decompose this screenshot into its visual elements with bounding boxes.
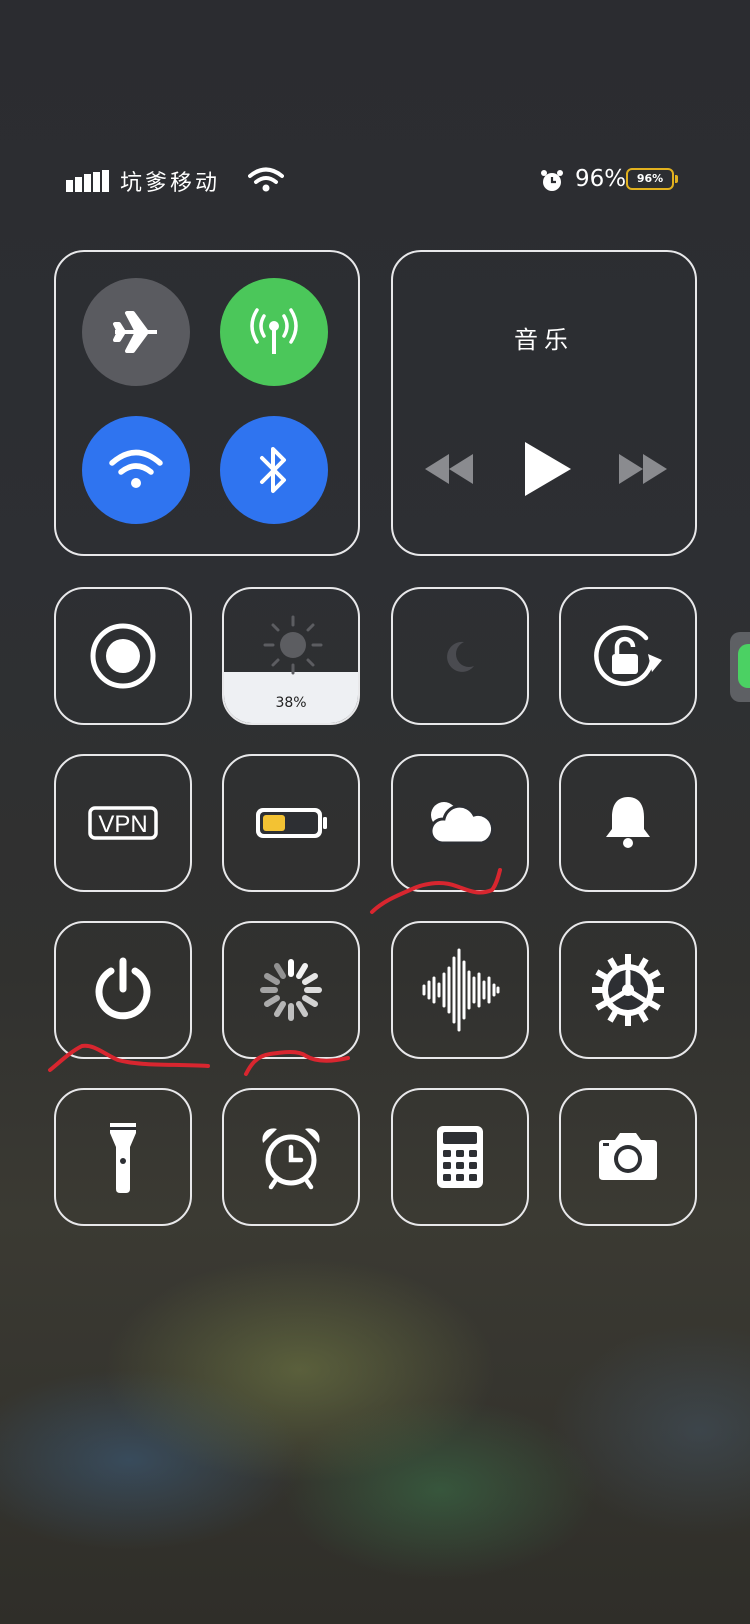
signal-icon bbox=[66, 170, 109, 192]
vpn-icon: VPN bbox=[88, 806, 158, 840]
airplane-mode-toggle[interactable] bbox=[82, 278, 190, 386]
cellular-antenna-icon bbox=[250, 308, 298, 354]
sound-wave-icon bbox=[422, 948, 500, 1032]
airplane-icon bbox=[113, 311, 157, 353]
weather-button[interactable] bbox=[391, 754, 529, 892]
fast-forward-icon[interactable] bbox=[617, 452, 669, 486]
carrier-name: 坑爹移动 bbox=[120, 171, 221, 196]
rotation-lock-button[interactable] bbox=[559, 587, 697, 725]
ring-silent-button[interactable] bbox=[559, 754, 697, 892]
battery-icon-level: 96% bbox=[626, 168, 674, 190]
loading-button[interactable] bbox=[222, 921, 360, 1059]
connectivity-panel bbox=[54, 250, 360, 556]
camera-button[interactable] bbox=[559, 1088, 697, 1226]
record-icon bbox=[90, 623, 156, 689]
brightness-value: 38% bbox=[275, 695, 307, 711]
flashlight-icon bbox=[110, 1123, 136, 1193]
flashlight-button[interactable] bbox=[54, 1088, 192, 1226]
battery-icon: 96% bbox=[626, 168, 678, 192]
rewind-icon[interactable] bbox=[423, 452, 475, 486]
power-button[interactable] bbox=[54, 921, 192, 1059]
spinner-icon bbox=[260, 959, 322, 1021]
rotation-lock-icon bbox=[594, 625, 662, 686]
camera-icon bbox=[599, 1133, 657, 1180]
alarm-icon bbox=[541, 170, 563, 191]
status-bar: 坑爹移动 96% 96% bbox=[0, 160, 750, 200]
calculator-icon bbox=[437, 1126, 483, 1188]
music-panel: 音乐 bbox=[391, 250, 697, 556]
battery-percent: 96% bbox=[575, 166, 627, 192]
cellular-data-toggle[interactable] bbox=[220, 278, 328, 386]
brightness-slider[interactable]: 38% bbox=[222, 587, 360, 725]
alarm-clock-icon bbox=[262, 1128, 320, 1190]
chat-app-icon bbox=[738, 644, 750, 688]
low-power-mode-button[interactable] bbox=[222, 754, 360, 892]
vpn-label: VPN bbox=[98, 811, 147, 838]
music-title: 音乐 bbox=[514, 326, 574, 354]
wifi-toggle[interactable] bbox=[82, 416, 190, 524]
alarm-clock-button[interactable] bbox=[222, 1088, 360, 1226]
gear-icon bbox=[592, 954, 664, 1026]
bluetooth-icon bbox=[260, 447, 286, 493]
sun-icon bbox=[263, 615, 323, 675]
voice-memo-button[interactable] bbox=[391, 921, 529, 1059]
power-icon bbox=[95, 957, 151, 1020]
do-not-disturb-button[interactable] bbox=[391, 587, 529, 725]
screen-record-button[interactable] bbox=[54, 587, 192, 725]
wifi-icon bbox=[248, 167, 284, 192]
calculator-button[interactable] bbox=[391, 1088, 529, 1226]
battery-low-icon bbox=[256, 808, 327, 838]
settings-button[interactable] bbox=[559, 921, 697, 1059]
bluetooth-toggle[interactable] bbox=[220, 416, 328, 524]
wifi-icon bbox=[109, 449, 163, 488]
moon-icon bbox=[447, 641, 474, 672]
play-icon[interactable] bbox=[521, 440, 573, 498]
control-center-screen: 坑爹移动 96% 96% 音乐 38% VPN bbox=[0, 0, 750, 1624]
weather-cloud-icon bbox=[429, 802, 495, 845]
vpn-button[interactable]: VPN bbox=[54, 754, 192, 892]
floating-edge-handle[interactable] bbox=[730, 632, 750, 702]
bell-icon bbox=[606, 797, 650, 848]
